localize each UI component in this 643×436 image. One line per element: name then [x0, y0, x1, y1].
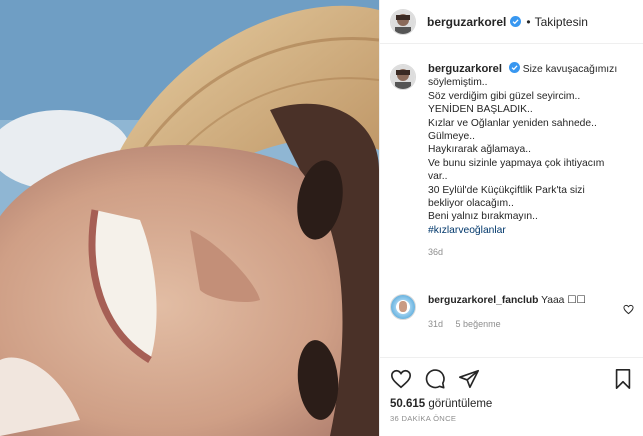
caption-line: Beni yalnız bırakmayın..	[428, 211, 538, 223]
caption-line: var..	[428, 171, 448, 183]
bookmark-icon[interactable]	[612, 368, 634, 390]
view-count-label: görüntüleme	[428, 398, 493, 410]
action-icon-row	[390, 368, 634, 390]
caption-line: 30 Eylül'de Küçükçiftlik Park'ta sizi	[428, 184, 585, 196]
caption-line: Ve bunu sizinle yapmaya çok ihtiyacım	[428, 157, 605, 169]
caption-line: Kızlar ve Oğlanlar yeniden sahnede..	[428, 117, 597, 129]
post-header: berguzarkorel • Takiptesin	[380, 0, 643, 44]
caption-line: Söz verdiğim gibi güzel seyircim..	[428, 90, 581, 102]
following-status-button[interactable]: Takiptesin	[535, 15, 588, 29]
caption-line: bekliyor olacağım..	[428, 198, 514, 210]
author-username[interactable]: berguzarkorel	[427, 15, 506, 29]
caption-timestamp[interactable]: 36d	[428, 246, 638, 259]
comment-body: berguzarkorel_fanclub Yaaa ☐☐ 31d 5 beğe…	[428, 294, 586, 331]
separator-dot: •	[526, 14, 531, 29]
verified-badge-icon	[510, 16, 522, 27]
view-count-number: 50.615	[390, 398, 426, 410]
verified-badge-icon	[508, 62, 520, 73]
commenter-username[interactable]: berguzarkorel_fanclub	[428, 295, 538, 306]
comment-heart-icon[interactable]	[623, 304, 634, 315]
caption-line: söylemiştim..	[428, 77, 488, 89]
view-count[interactable]: 50.615 görüntüleme	[390, 398, 634, 410]
hashtag-link[interactable]: #kızlarveoğlanlar	[428, 224, 638, 237]
post-photo	[0, 0, 379, 436]
commenter-avatar[interactable]	[390, 294, 416, 320]
comment-icon[interactable]	[424, 368, 446, 390]
post-actions: 50.615 görüntüleme 36 DAKİKA ÖNCE	[380, 357, 643, 436]
caption-line: Size kavuşacağımızı	[522, 64, 618, 75]
comment-timestamp[interactable]: 31d	[428, 319, 443, 329]
caption-text-block: berguzarkorel Size kavuşacağımızı söylem…	[428, 62, 638, 260]
caption-line: YENİDEN BAŞLADIK..	[428, 104, 533, 116]
post-caption: berguzarkorel Size kavuşacağımızı söylem…	[390, 62, 640, 260]
comment-likes[interactable]: 5 beğenme	[456, 319, 501, 329]
caption-line: Gülmeye..	[428, 131, 475, 143]
comment-item: berguzarkorel_fanclub Yaaa ☐☐ 31d 5 beğe…	[390, 294, 640, 331]
share-icon[interactable]	[458, 368, 480, 390]
avatar[interactable]	[390, 8, 416, 35]
post-side-panel: berguzarkorel • Takiptesin berguzarkorel…	[379, 0, 643, 436]
caption-avatar[interactable]	[390, 64, 416, 90]
post-time-ago[interactable]: 36 DAKİKA ÖNCE	[390, 414, 634, 423]
caption-line: Haykırarak ağlamaya..	[428, 144, 532, 156]
post-image[interactable]	[0, 0, 379, 436]
comment-text: Yaaa ☐☐	[541, 295, 586, 306]
comment-meta: 31d 5 beğenme	[428, 318, 586, 331]
caption-username[interactable]: berguzarkorel	[428, 63, 502, 75]
heart-icon[interactable]	[390, 368, 412, 390]
